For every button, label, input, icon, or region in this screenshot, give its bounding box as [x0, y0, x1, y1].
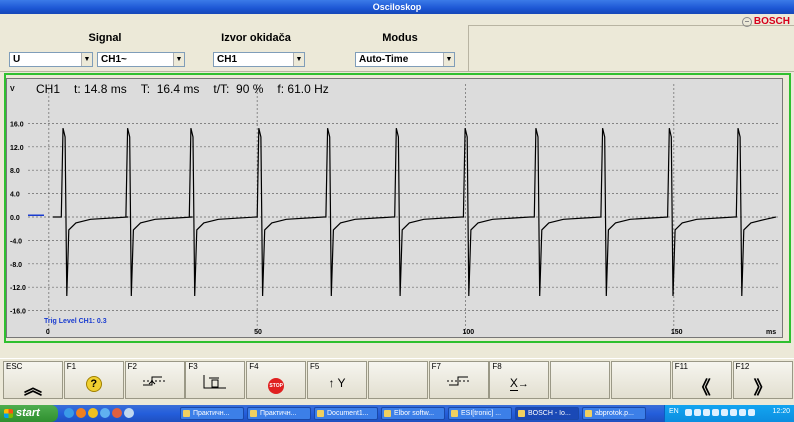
fkey-label: F4	[249, 362, 259, 371]
y-tick-label: 8.0	[10, 168, 20, 175]
readout-frequency: f: 61.0 Hz	[277, 82, 329, 96]
double-chevron-right-icon: 》	[753, 378, 772, 398]
ch1-waveform	[53, 127, 777, 297]
fkey-f8-button[interactable]: F8 X→	[489, 361, 550, 399]
language-indicator[interactable]: EN	[669, 408, 679, 415]
media-icon[interactable]	[88, 408, 98, 418]
cursor-x-icon: X→	[509, 376, 529, 391]
oscilloscope-window: Osciloskop BOSCH Signal Izvor okidača Mo…	[0, 0, 794, 422]
x-tick-label: 150	[671, 329, 683, 336]
x-tick-label: 50	[254, 329, 262, 336]
fkey-empty-button[interactable]	[367, 361, 428, 399]
taskbar-task-button[interactable]: BOSCH - Io...	[515, 407, 579, 420]
y-tick-label: 12.0	[10, 145, 24, 152]
cursor-y-icon: ↑ Y	[328, 376, 346, 390]
x-axis-label: ms	[766, 329, 776, 336]
app-icon[interactable]	[112, 408, 122, 418]
tray-icon[interactable]	[703, 409, 710, 416]
y-tick-label: 16.0	[10, 121, 24, 128]
y-tick-label: -8.0	[10, 262, 22, 269]
fkey-f5-button[interactable]: F5 ↑ Y	[307, 361, 367, 399]
system-tray: EN 12:20	[664, 405, 794, 422]
trigger-level-icon	[430, 374, 488, 391]
double-chevron-left-icon: 《	[692, 378, 711, 398]
double-chevron-up-icon: ︽	[24, 378, 42, 398]
taskbar-task-button[interactable]: Elbor softw...	[381, 407, 445, 420]
fkey-f12-button[interactable]: F12 》	[732, 361, 793, 399]
y-tick-label: -12.0	[10, 285, 26, 292]
clock: 12:20	[772, 408, 790, 415]
tray-icon[interactable]	[721, 409, 728, 416]
explorer-icon[interactable]	[100, 408, 110, 418]
x-tick-label: 0	[46, 329, 50, 336]
taskbar-task-button[interactable]: Практичн...	[247, 407, 311, 420]
tray-icon[interactable]	[748, 409, 755, 416]
fkey-f1-button[interactable]: F1?	[63, 361, 124, 399]
fkey-label: ESC	[6, 362, 23, 371]
y-tick-label: 4.0	[10, 192, 20, 199]
fkey-empty-button[interactable]	[611, 361, 671, 399]
fkey-empty-button[interactable]	[550, 361, 611, 399]
help-icon: ?	[65, 374, 123, 392]
start-button[interactable]: start	[0, 405, 58, 422]
y-axis-label: V	[10, 86, 15, 93]
y-tick-label: -4.0	[10, 238, 22, 245]
windows-taskbar: start Практичн... Практичн... Document1...…	[0, 405, 794, 422]
fkey-label: F5	[310, 362, 320, 371]
tray-icon[interactable]	[694, 409, 701, 416]
firefox-icon[interactable]	[76, 408, 86, 418]
readout-duty: t/T: 90 %	[213, 82, 264, 96]
fkey-f3-button[interactable]: F3	[185, 361, 246, 399]
fkey-f7-button[interactable]: F7	[428, 361, 489, 399]
desktop-icon[interactable]	[124, 408, 134, 418]
readout-channel: CH1	[36, 82, 61, 96]
fkey-label: F11	[674, 362, 688, 371]
readout-period: T: 16.4 ms	[140, 82, 200, 96]
scope-chart: 16.0 12.0 8.0 4.0 0.0 -4.0 -8.0 -12.0 -16.0 0 50 10…	[10, 84, 778, 336]
tray-icon[interactable]	[730, 409, 737, 416]
fkey-f11-button[interactable]: F11 《	[671, 361, 732, 399]
taskbar-task-button[interactable]: abprotok.p...	[582, 407, 646, 420]
stop-icon: STOP	[247, 374, 305, 394]
y-tick-label: 0.0	[10, 215, 20, 222]
fkey-label: F1	[66, 362, 77, 371]
ie-icon[interactable]	[64, 408, 74, 418]
taskbar-task-button[interactable]: Document1...	[314, 407, 378, 420]
trigger-level-label: Trig Level CH1: 0.3	[44, 318, 107, 325]
y-tick-label: -16.0	[10, 309, 26, 316]
tray-icon[interactable]	[685, 409, 692, 416]
measurement-readout: CH1 t: 14.8 ms T: 16.4 ms t/T: 90 % f: 61.0 …	[36, 82, 343, 96]
trigger-rising-edge-icon	[126, 374, 184, 391]
fkey-label: F2	[127, 362, 137, 371]
taskbar-task-button[interactable]: Практичн...	[180, 407, 244, 420]
fkey-label: F8	[492, 362, 502, 371]
readout-t: t: 14.8 ms	[74, 82, 127, 96]
trigger-position-icon	[186, 374, 244, 393]
fkey-label: F7	[431, 362, 441, 371]
fkey-label: F12	[735, 362, 750, 371]
function-key-bar: ESC ︽ F1? F2 F3 F4 STOP F5 ↑ Y F7 F8 X→ F11 《 F12 》	[0, 358, 794, 400]
tray-icons	[685, 409, 755, 416]
fkey-esc-button[interactable]: ESC ︽	[3, 361, 63, 399]
fkey-f4-button[interactable]: F4 STOP	[246, 361, 307, 399]
x-tick-label: 100	[463, 329, 475, 336]
quick-launch	[64, 408, 134, 418]
tray-icon[interactable]	[712, 409, 719, 416]
taskbar-task-button[interactable]: ESI[tronic] ...	[448, 407, 512, 420]
tray-icon[interactable]	[739, 409, 746, 416]
fkey-label: F3	[188, 362, 198, 371]
fkey-f2-button[interactable]: F2	[124, 361, 185, 399]
